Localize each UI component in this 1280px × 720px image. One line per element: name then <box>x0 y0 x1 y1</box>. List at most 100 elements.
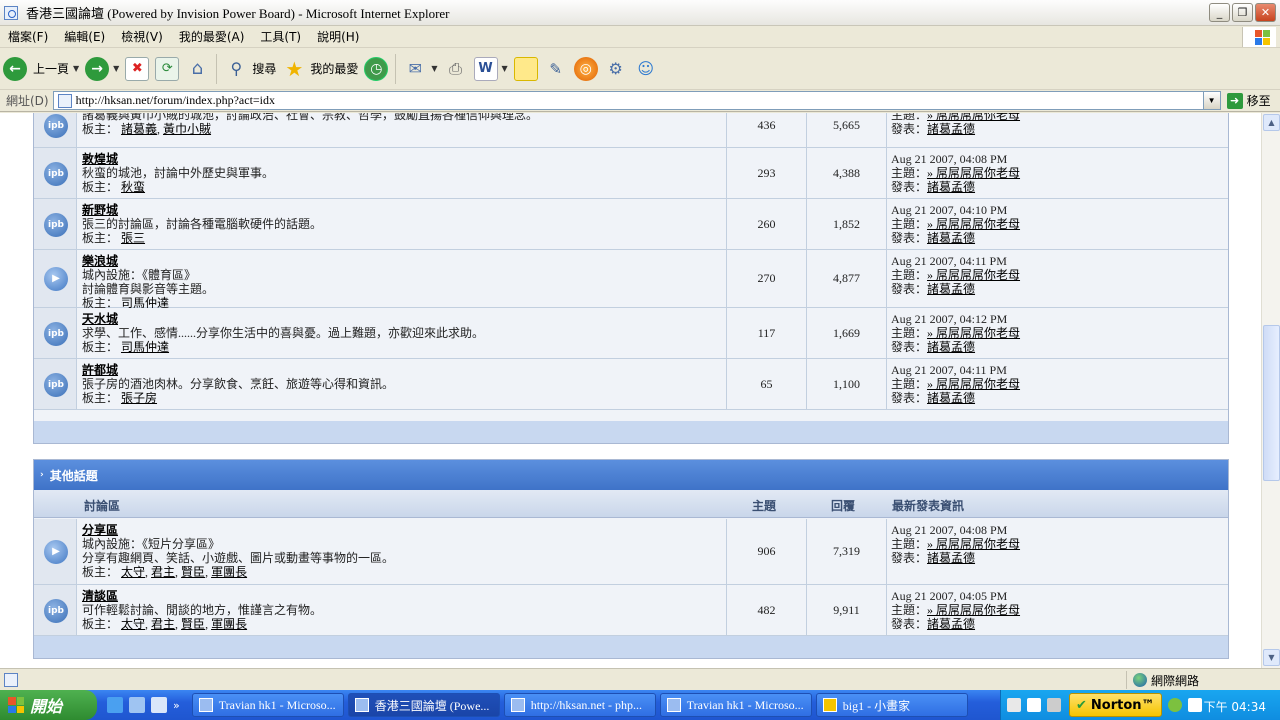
moderator-link[interactable]: 賢臣 <box>181 617 205 631</box>
moderator-link[interactable]: 軍團長 <box>211 617 247 631</box>
task-button[interactable]: Travian hk1 - Microso... <box>191 693 344 717</box>
mail-tray-icon[interactable] <box>1187 698 1202 712</box>
task-button[interactable]: http://hksan.net - php... <box>503 693 656 717</box>
menu-help[interactable]: 說明(H) <box>309 28 367 45</box>
moderator-link[interactable]: 君主 <box>151 565 175 579</box>
moderator-link[interactable]: 司馬仲達 <box>121 340 169 354</box>
ie-quicklaunch-icon[interactable] <box>107 697 123 713</box>
home-button[interactable]: ⌂ <box>182 52 212 86</box>
menu-favorites[interactable]: 我的最愛(A) <box>171 28 253 45</box>
address-url[interactable]: http://hksan.net/forum/index.php?act=idx <box>76 93 275 108</box>
last-post-author-link[interactable]: 諸葛孟德 <box>927 282 975 296</box>
research-button[interactable]: ✎ <box>541 52 571 86</box>
forum-subforum-icon[interactable]: ▶ <box>44 540 68 564</box>
minimize-button[interactable]: _ <box>1209 3 1230 22</box>
task-button-active[interactable]: 香港三國論壇 (Powe... <box>347 693 500 717</box>
quicklaunch-more-icon[interactable]: » <box>173 699 180 712</box>
forward-button[interactable]: → ▼ <box>82 52 122 86</box>
outlook-quicklaunch-icon[interactable] <box>129 697 145 713</box>
vertical-scrollbar[interactable]: ▲ ▼ <box>1261 113 1280 668</box>
help-icon[interactable] <box>1027 698 1041 712</box>
messenger-button[interactable]: ☺ <box>631 52 661 86</box>
last-post-author-link[interactable]: 諸葛孟德 <box>927 231 975 245</box>
forum-name-link[interactable]: 樂浪城 <box>82 254 726 268</box>
keyboard-icon[interactable] <box>1007 698 1021 712</box>
menu-tools[interactable]: 工具(T) <box>252 28 309 45</box>
address-dropdown-icon[interactable]: ▼ <box>1202 92 1220 109</box>
task-button[interactable]: big1 - 小畫家 <box>815 693 968 717</box>
forum-ipb-icon[interactable]: ipb <box>44 599 68 623</box>
moderator-link[interactable]: 太守 <box>121 565 145 579</box>
forum-name-link[interactable]: 敦煌城 <box>82 152 726 166</box>
moderator-link[interactable]: 秋蛮 <box>121 180 145 194</box>
last-post-author-link[interactable]: 諸葛孟德 <box>927 617 975 631</box>
scroll-up-button[interactable]: ▲ <box>1263 114 1280 131</box>
moderator-link[interactable]: 賢臣 <box>181 565 205 579</box>
close-button[interactable]: ✕ <box>1255 3 1276 22</box>
forum-name-link[interactable]: 新野城 <box>82 203 726 217</box>
edit-button[interactable]: W ▼ <box>471 52 511 86</box>
last-post-author-link[interactable]: 諸葛孟德 <box>927 551 975 565</box>
search-button[interactable]: ⚲ 搜尋 <box>221 52 279 86</box>
moderator-link[interactable]: 張子房 <box>121 391 157 405</box>
moderator-link[interactable]: 黃巾小賊 <box>163 122 211 136</box>
menu-view[interactable]: 檢視(V) <box>113 28 171 45</box>
back-button[interactable]: ← 上一頁 ▼ <box>0 52 82 86</box>
back-dropdown-icon[interactable]: ▼ <box>73 64 79 73</box>
history-button[interactable]: ◷ <box>361 52 391 86</box>
forum-ipb-icon[interactable]: ipb <box>44 373 68 397</box>
last-post-subject-link[interactable]: » 屌屌屌屌你老母 <box>927 377 1020 391</box>
moderator-link[interactable]: 張三 <box>121 231 145 245</box>
collapse-arrow-icon[interactable]: › <box>40 470 44 480</box>
menu-file[interactable]: 檔案(F) <box>0 28 56 45</box>
last-post-subject-link[interactable]: » 屌屌屌屌你老母 <box>927 217 1020 231</box>
forum-name-link[interactable]: 許都城 <box>82 363 726 377</box>
tray-arrow-icon[interactable] <box>1047 698 1061 712</box>
task-button[interactable]: Travian hk1 - Microso... <box>659 693 812 717</box>
moderator-link[interactable]: 諸葛義 <box>121 122 157 136</box>
show-desktop-icon[interactable] <box>151 697 167 713</box>
forum-name-link[interactable]: 天水城 <box>82 312 726 326</box>
go-button[interactable]: ➜ 移至 <box>1226 92 1271 109</box>
edit-dropdown-icon[interactable]: ▼ <box>502 64 508 73</box>
forum-ipb-icon[interactable]: ipb <box>44 162 68 186</box>
moderator-link[interactable]: 軍團長 <box>211 565 247 579</box>
menu-edit[interactable]: 編輯(E) <box>56 28 113 45</box>
norton-button[interactable]: ✔ Norton™ <box>1069 693 1162 717</box>
last-post-subject-link[interactable]: » 屌屌屌屌你老母 <box>927 268 1020 282</box>
last-post-subject-link[interactable]: » 屌屌屌屌你老母 <box>927 166 1020 180</box>
address-input[interactable]: http://hksan.net/forum/index.php?act=idx… <box>52 91 1221 110</box>
discuss-button[interactable] <box>511 52 541 86</box>
start-button[interactable]: 開始 <box>0 690 97 720</box>
last-post-author-link[interactable]: 諸葛孟德 <box>927 122 975 136</box>
moderator-link[interactable]: 君主 <box>151 617 175 631</box>
forum-ipb-icon[interactable]: ipb <box>44 322 68 346</box>
forum-ipb-icon[interactable]: ipb <box>44 114 68 138</box>
last-post-author-link[interactable]: 諸葛孟德 <box>927 391 975 405</box>
favorites-button[interactable]: ★ 我的最愛 <box>279 52 361 86</box>
forward-dropdown-icon[interactable]: ▼ <box>113 64 119 73</box>
tools-button[interactable]: ⚙ <box>601 52 631 86</box>
stop-button[interactable]: ✖ <box>122 52 152 86</box>
last-post-subject-link[interactable]: » 屌屌屌屌你老母 <box>927 603 1020 617</box>
maximize-button[interactable]: ❐ <box>1232 3 1253 22</box>
last-post-subject-link[interactable]: » 屌屌屌屌你老母 <box>927 326 1020 340</box>
scroll-down-button[interactable]: ▼ <box>1263 649 1280 666</box>
messenger-tray-icon[interactable] <box>1167 698 1182 712</box>
forum-subforum-icon[interactable]: ▶ <box>44 267 68 291</box>
category-header[interactable]: › 其他話題 <box>34 460 1228 490</box>
media-button[interactable]: ◎ <box>571 52 601 86</box>
last-post-author-link[interactable]: 諸葛孟德 <box>927 340 975 354</box>
last-post-subject-link[interactable]: » 屌屌屌屌你老母 <box>927 113 1020 122</box>
last-post-author-link[interactable]: 諸葛孟德 <box>927 180 975 194</box>
mail-button[interactable]: ✉ ▼ <box>400 52 440 86</box>
last-post-subject-link[interactable]: » 屌屌屌屌你老母 <box>927 537 1020 551</box>
forum-name-link[interactable]: 清談區 <box>82 589 726 603</box>
forum-ipb-icon[interactable]: ipb <box>44 213 68 237</box>
mail-dropdown-icon[interactable]: ▼ <box>431 64 437 73</box>
print-button[interactable]: ⎙ <box>441 52 471 86</box>
moderator-link[interactable]: 太守 <box>121 617 145 631</box>
scroll-thumb[interactable] <box>1263 325 1280 481</box>
forum-name-link[interactable]: 分享區 <box>82 523 726 537</box>
refresh-button[interactable]: ⟳ <box>152 52 182 86</box>
